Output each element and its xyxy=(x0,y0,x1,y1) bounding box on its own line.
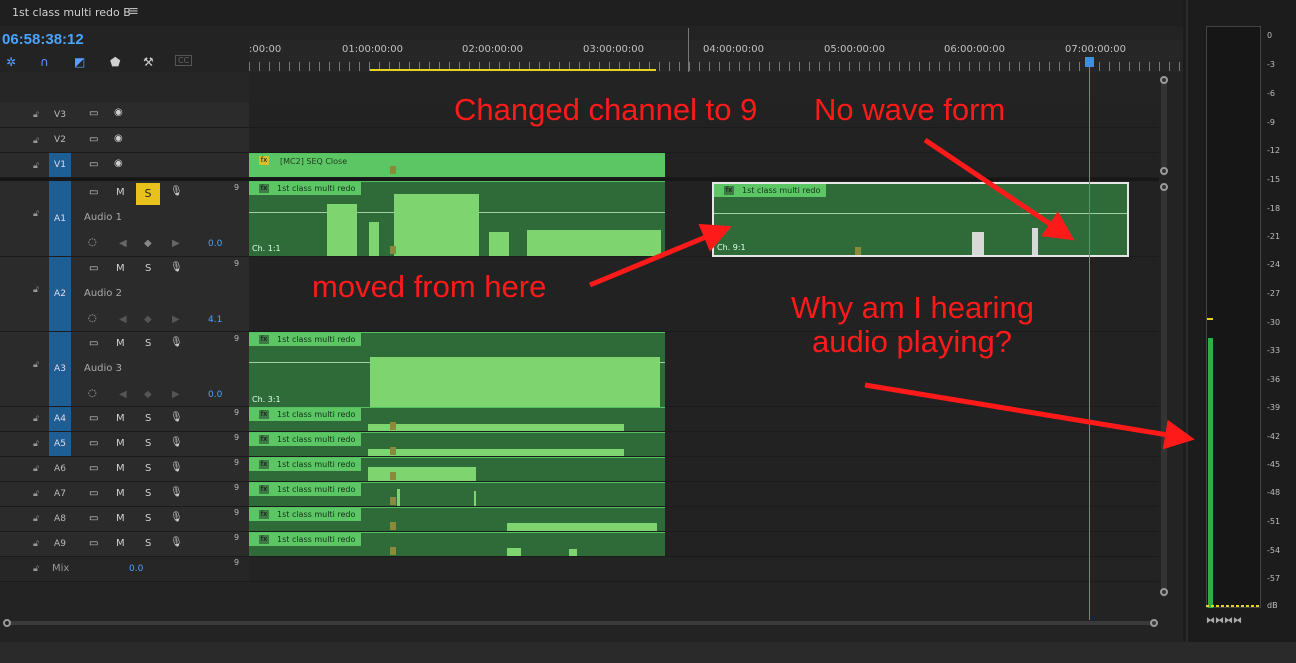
arrow-meter xyxy=(864,382,1195,450)
annotation-arrows xyxy=(589,137,1195,450)
arrow-no-waveform xyxy=(923,137,1075,241)
arrow-moved-from xyxy=(589,223,732,288)
